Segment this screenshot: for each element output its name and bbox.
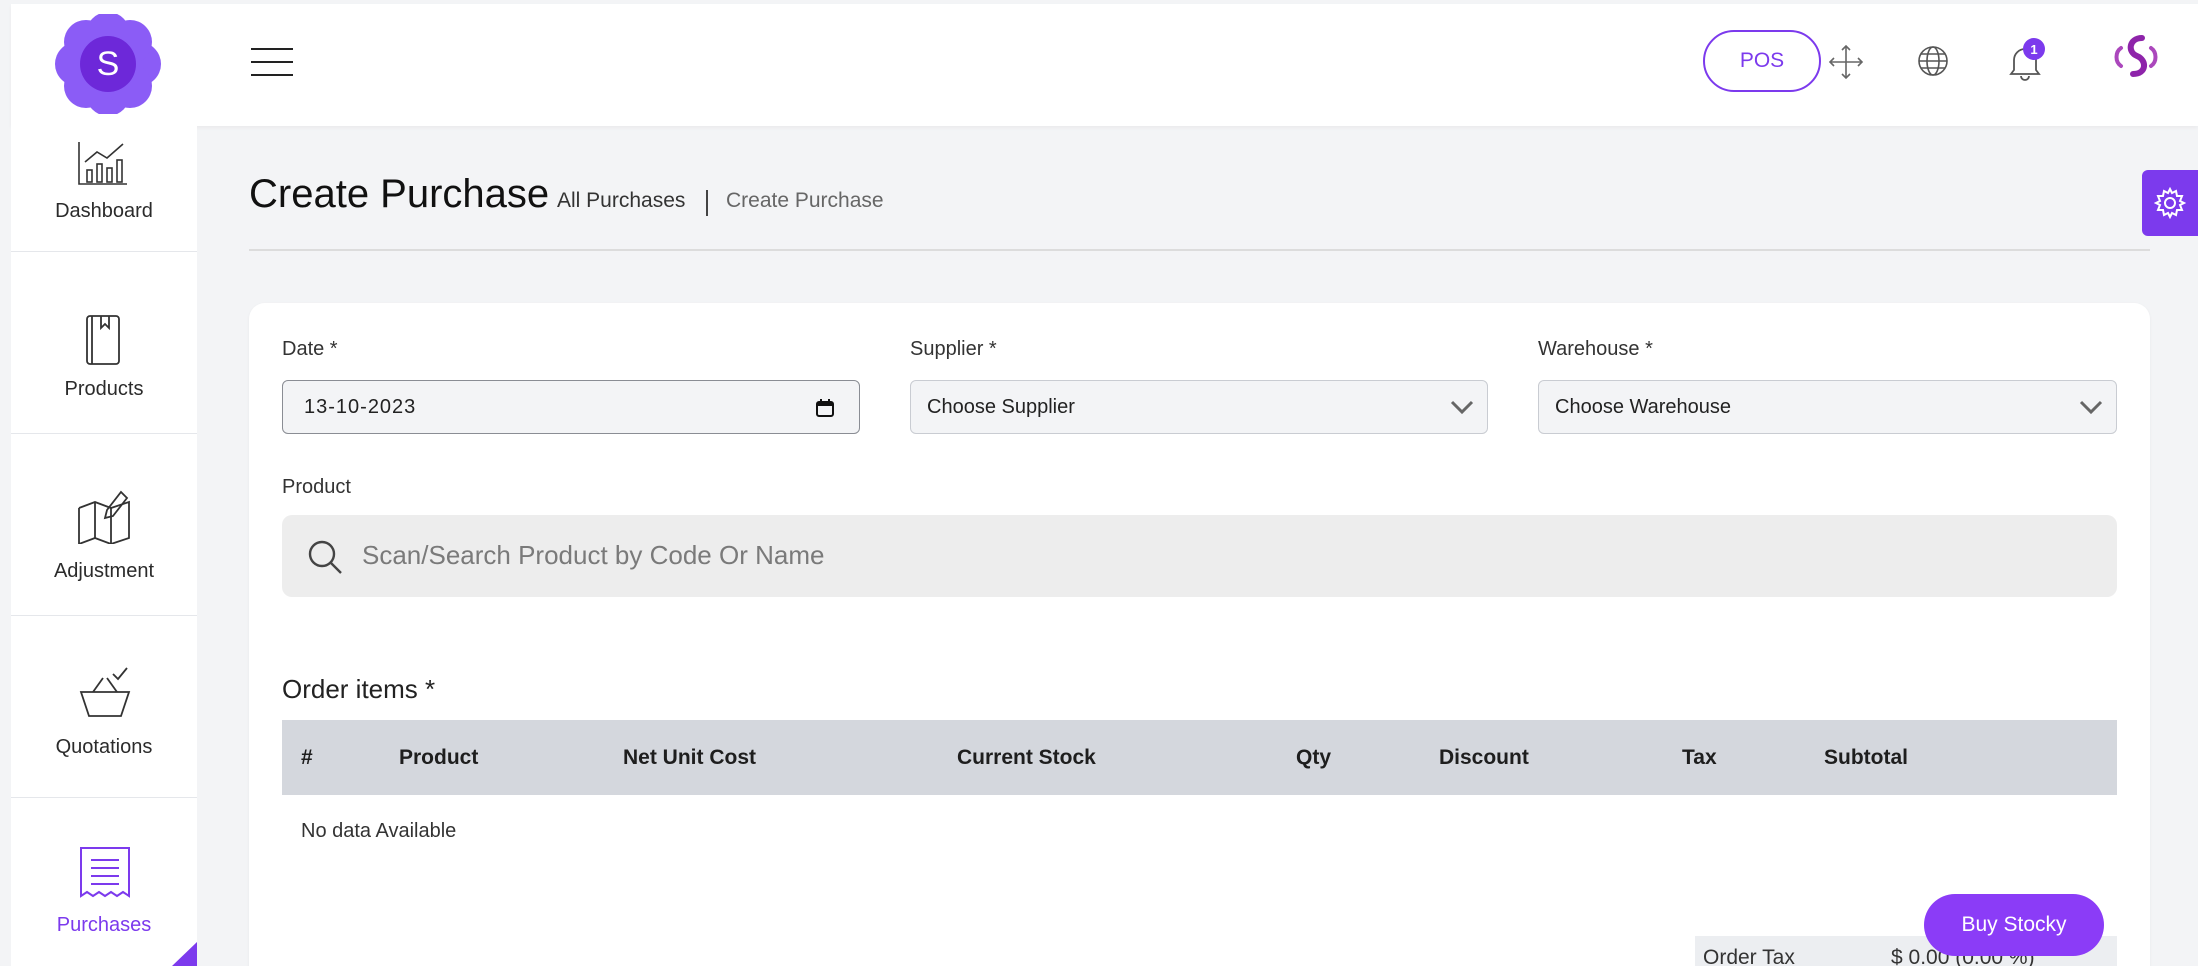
column-header-qty: Qty <box>1296 746 1332 769</box>
column-header-current-stock: Current Stock <box>957 746 1096 769</box>
user-avatar[interactable] <box>2109 32 2163 92</box>
supplier-select[interactable]: Choose Supplier <box>910 380 1488 434</box>
warehouse-label: Warehouse * <box>1538 338 1653 360</box>
column-header-product: Product <box>399 746 479 769</box>
product-search-placeholder: Scan/Search Product by Code Or Name <box>362 540 825 570</box>
sidebar-item-label: Products <box>64 378 144 400</box>
supplier-label: Supplier * <box>910 338 997 360</box>
pos-button[interactable]: POS <box>1703 30 1821 92</box>
sidebar-item-label: Quotations <box>55 736 153 758</box>
supplier-value: Choose Supplier <box>927 395 1075 418</box>
date-field[interactable]: 13-10-2023 <box>282 380 860 434</box>
order-items-table-header: # Product Net Unit Cost Current Stock Qt… <box>282 720 2117 795</box>
chevron-down-icon <box>1450 400 1474 415</box>
column-header-net-unit-cost: Net Unit Cost <box>623 746 756 769</box>
sidebar-item-label: Dashboard <box>55 200 153 222</box>
product-label: Product <box>282 476 351 498</box>
column-header-discount: Discount <box>1439 746 1529 769</box>
top-bar: S POS 1 <box>11 4 2198 126</box>
language-globe-icon[interactable] <box>1916 44 1950 78</box>
breadcrumb-all-purchases[interactable]: All Purchases <box>557 189 685 213</box>
basket-check-icon <box>79 667 131 717</box>
sidebar-item-purchases[interactable]: Purchases <box>11 798 197 966</box>
search-icon <box>308 540 342 574</box>
page-title: Create Purchase <box>249 172 550 216</box>
buy-stocky-button[interactable]: Buy Stocky <box>1924 894 2104 956</box>
map-edit-icon <box>78 490 130 544</box>
calendar-icon[interactable] <box>815 398 835 418</box>
product-search-input[interactable]: Scan/Search Product by Code Or Name <box>282 515 2117 597</box>
warehouse-select[interactable]: Choose Warehouse <box>1538 380 2117 434</box>
menu-toggle-icon[interactable] <box>251 48 293 78</box>
chart-icon <box>78 142 127 185</box>
sidebar: Dashboard Products Adjustment Quotations… <box>11 126 197 966</box>
customizer-toggle[interactable] <box>2142 170 2198 236</box>
sidebar-item-products[interactable]: Products <box>11 252 197 434</box>
sidebar-item-quotations[interactable]: Quotations <box>11 616 197 798</box>
receipt-icon <box>80 847 130 898</box>
table-empty-message: No data Available <box>301 820 457 842</box>
date-label: Date * <box>282 338 338 360</box>
sidebar-item-label: Adjustment <box>53 560 155 582</box>
stocky-brand-icon <box>2114 35 2158 77</box>
warehouse-value: Choose Warehouse <box>1555 395 1732 418</box>
order-tax-label: Order Tax <box>1703 946 1795 966</box>
notification-badge: 1 <box>2023 38 2045 60</box>
header-divider <box>249 249 2150 251</box>
sidebar-item-dashboard[interactable]: Dashboard <box>11 70 197 252</box>
sidebar-item-adjustment[interactable]: Adjustment <box>11 434 197 616</box>
fullscreen-icon[interactable] <box>1827 43 1865 81</box>
sidebar-corner-accent <box>172 942 197 966</box>
book-icon <box>86 315 120 365</box>
sidebar-item-label: Purchases <box>56 914 152 936</box>
column-header-subtotal: Subtotal <box>1824 746 1908 769</box>
order-items-title: Order items * <box>282 674 436 704</box>
date-value: 13-10-2023 <box>304 395 417 418</box>
column-header-tax: Tax <box>1682 746 1717 769</box>
breadcrumb-separator <box>706 190 708 216</box>
chevron-down-icon <box>2079 400 2103 415</box>
column-header-index: # <box>301 746 313 769</box>
breadcrumb-current: Create Purchase <box>726 189 884 212</box>
gear-icon <box>2154 187 2186 219</box>
